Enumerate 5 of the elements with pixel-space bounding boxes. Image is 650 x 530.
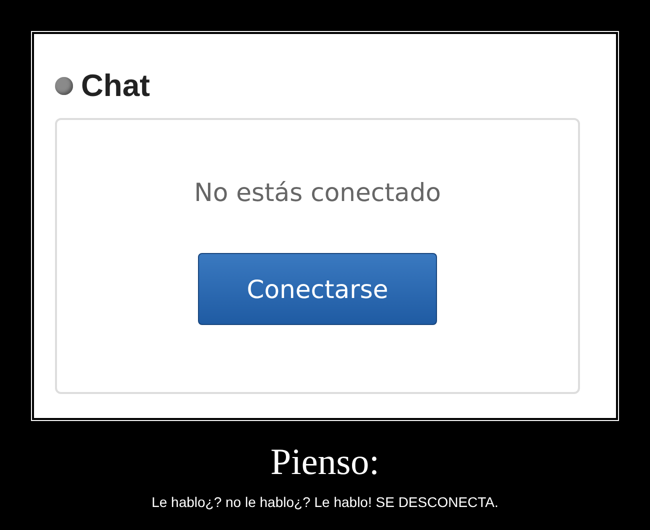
connect-button[interactable]: Conectarse bbox=[198, 253, 437, 325]
chat-title: Chat bbox=[81, 68, 150, 104]
poster-caption: Le hablo¿? no le hablo¿? Le hablo! SE DESCONECTA. bbox=[152, 494, 498, 510]
status-message: No estás conectado bbox=[194, 178, 441, 207]
poster-title: Pienso: bbox=[270, 441, 380, 484]
